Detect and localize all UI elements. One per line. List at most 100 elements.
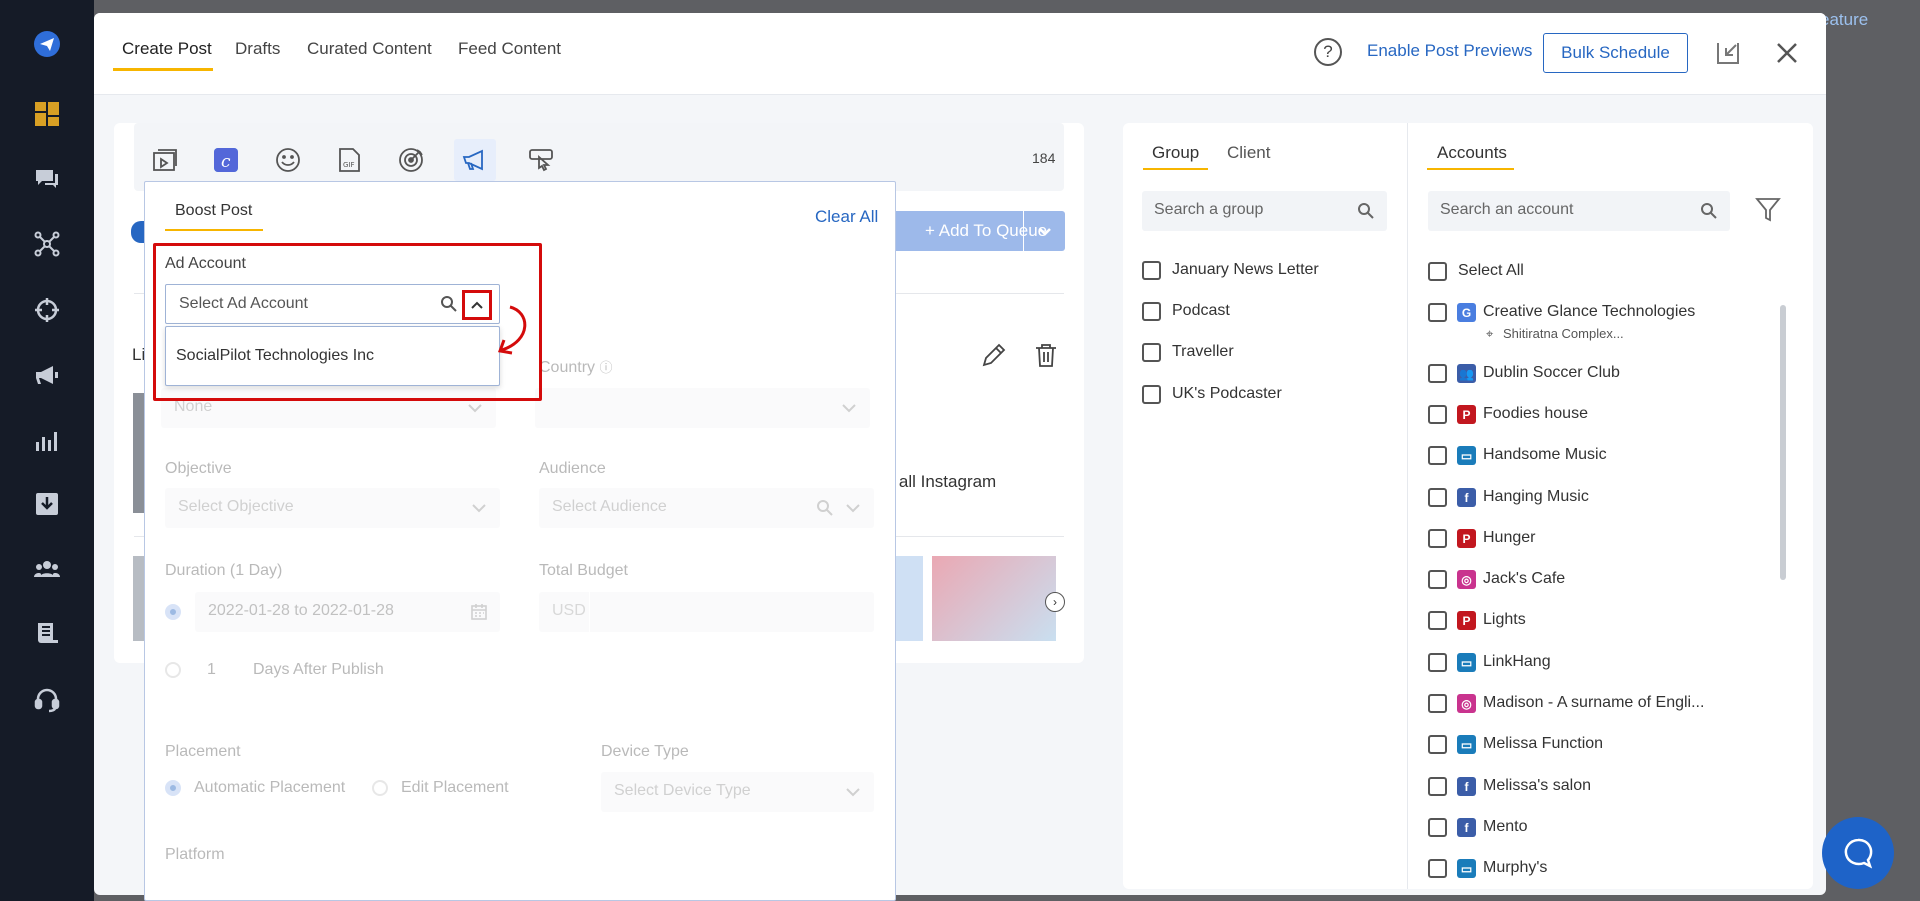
account-item[interactable]: Creative Glance Technologies: [1483, 303, 1695, 321]
media-thumbnail[interactable]: [893, 556, 923, 641]
gif-icon[interactable]: GIF: [334, 145, 364, 175]
edit-placement-radio[interactable]: [372, 780, 388, 796]
network-icon[interactable]: [33, 230, 61, 258]
tab-feed-content[interactable]: Feed Content: [458, 39, 561, 59]
paper-plane-icon[interactable]: [33, 30, 61, 58]
account-checkbox[interactable]: [1428, 405, 1447, 424]
account-checkbox[interactable]: [1428, 694, 1447, 713]
account-item[interactable]: LinkHang: [1483, 653, 1551, 671]
crosshair-icon[interactable]: [33, 296, 61, 324]
select-all-label[interactable]: Select All: [1458, 262, 1524, 280]
device-type-select[interactable]: Select Device Type: [601, 772, 874, 812]
media-thumbnail[interactable]: [932, 556, 1056, 641]
account-checkbox[interactable]: [1428, 777, 1447, 796]
next-arrow-icon[interactable]: ›: [1045, 592, 1065, 612]
account-checkbox[interactable]: [1428, 488, 1447, 507]
facebook-icon: f: [1457, 488, 1476, 507]
days-after-publish-radio[interactable]: [165, 662, 181, 678]
group-item[interactable]: Podcast: [1172, 302, 1230, 320]
bulk-schedule-button[interactable]: Bulk Schedule: [1543, 33, 1688, 73]
days-value[interactable]: 1: [207, 661, 216, 679]
date-range-input[interactable]: 2022-01-28 to 2022-01-28: [195, 592, 500, 632]
audience-select[interactable]: Select Audience: [539, 488, 874, 528]
group-checkbox[interactable]: [1142, 261, 1161, 280]
megaphone-icon[interactable]: [33, 361, 61, 389]
group-item[interactable]: Traveller: [1172, 343, 1234, 361]
queue-options-chevron-icon[interactable]: [1023, 211, 1065, 251]
account-item[interactable]: Foodies house: [1483, 405, 1588, 423]
add-to-queue-button[interactable]: + Add To Queue: [885, 211, 1065, 251]
emoji-icon[interactable]: [273, 145, 303, 175]
minimize-icon[interactable]: [1715, 40, 1741, 66]
media-icon[interactable]: [150, 145, 180, 175]
enable-post-previews-link[interactable]: Enable Post Previews: [1367, 41, 1532, 61]
account-item[interactable]: Madison - A surname of Engli...: [1483, 694, 1704, 712]
group-item[interactable]: January News Letter: [1172, 261, 1319, 279]
account-checkbox[interactable]: [1428, 303, 1447, 322]
trash-icon[interactable]: [1032, 341, 1060, 369]
automatic-placement-radio[interactable]: [165, 780, 181, 796]
tab-group[interactable]: Group: [1152, 143, 1199, 163]
account-checkbox[interactable]: [1428, 818, 1447, 837]
account-checkbox[interactable]: [1428, 446, 1447, 465]
accounts-scrollbar[interactable]: [1780, 305, 1786, 580]
tab-accounts[interactable]: Accounts: [1437, 143, 1507, 163]
boost-megaphone-icon[interactable]: [454, 139, 496, 181]
account-item[interactable]: Dublin Soccer Club: [1483, 364, 1620, 382]
group-search-input[interactable]: Search a group: [1142, 191, 1387, 231]
account-checkbox[interactable]: [1428, 735, 1447, 754]
cta-hand-icon[interactable]: [526, 145, 556, 175]
ad-account-option[interactable]: SocialPilot Technologies Inc: [176, 347, 374, 365]
ad-account-select[interactable]: Select Ad Account: [165, 284, 500, 324]
account-item[interactable]: Melissa's salon: [1483, 777, 1591, 795]
account-checkbox[interactable]: [1428, 611, 1447, 630]
account-item[interactable]: Hunger: [1483, 529, 1535, 547]
tab-create-post[interactable]: Create Post: [122, 39, 212, 59]
account-search-input[interactable]: Search an account: [1428, 191, 1730, 231]
download-icon[interactable]: [33, 490, 61, 518]
boost-post-tab[interactable]: Boost Post: [175, 202, 252, 220]
total-budget-input[interactable]: USD: [539, 592, 874, 632]
account-checkbox[interactable]: [1428, 570, 1447, 589]
account-checkbox[interactable]: [1428, 364, 1447, 383]
group-checkbox[interactable]: [1142, 302, 1161, 321]
date-range-radio[interactable]: [165, 604, 181, 620]
search-icon: [817, 500, 833, 516]
bar-chart-icon[interactable]: [33, 426, 61, 454]
team-icon[interactable]: [33, 555, 61, 583]
chat-icon[interactable]: [33, 165, 61, 193]
objective-select[interactable]: Select Objective: [165, 488, 500, 528]
document-icon[interactable]: [33, 620, 61, 648]
annotation-arrow-icon: [497, 305, 527, 355]
clear-all-link[interactable]: Clear All: [815, 207, 878, 227]
tab-drafts[interactable]: Drafts: [235, 39, 280, 59]
dashboard-icon[interactable]: [33, 100, 61, 128]
help-icon[interactable]: ?: [1314, 38, 1342, 66]
group-checkbox[interactable]: [1142, 343, 1161, 362]
account-item[interactable]: Murphy's: [1483, 859, 1547, 877]
account-item[interactable]: Handsome Music: [1483, 446, 1607, 464]
group-search-placeholder: Search a group: [1154, 201, 1264, 218]
account-item[interactable]: Hanging Music: [1483, 488, 1589, 506]
tab-client[interactable]: Client: [1227, 143, 1270, 163]
tab-curated-content[interactable]: Curated Content: [307, 39, 432, 59]
pencil-icon[interactable]: [980, 341, 1008, 369]
account-checkbox[interactable]: [1428, 859, 1447, 878]
close-icon[interactable]: [1774, 40, 1800, 66]
select-all-checkbox[interactable]: [1428, 262, 1447, 281]
account-checkbox[interactable]: [1428, 653, 1447, 672]
filter-icon[interactable]: [1755, 196, 1781, 224]
account-item[interactable]: Mento: [1483, 818, 1527, 836]
account-item[interactable]: Lights: [1483, 611, 1526, 629]
group-item[interactable]: UK's Podcaster: [1172, 385, 1282, 403]
headset-icon[interactable]: [33, 685, 61, 713]
country-select[interactable]: [535, 388, 870, 428]
chevron-up-icon[interactable]: [462, 290, 492, 320]
group-checkbox[interactable]: [1142, 385, 1161, 404]
canva-icon[interactable]: c: [211, 145, 241, 175]
target-icon[interactable]: [396, 145, 426, 175]
chat-support-button[interactable]: [1822, 817, 1894, 889]
account-checkbox[interactable]: [1428, 529, 1447, 548]
account-item[interactable]: Jack's Cafe: [1483, 570, 1565, 588]
account-item[interactable]: Melissa Function: [1483, 735, 1603, 753]
